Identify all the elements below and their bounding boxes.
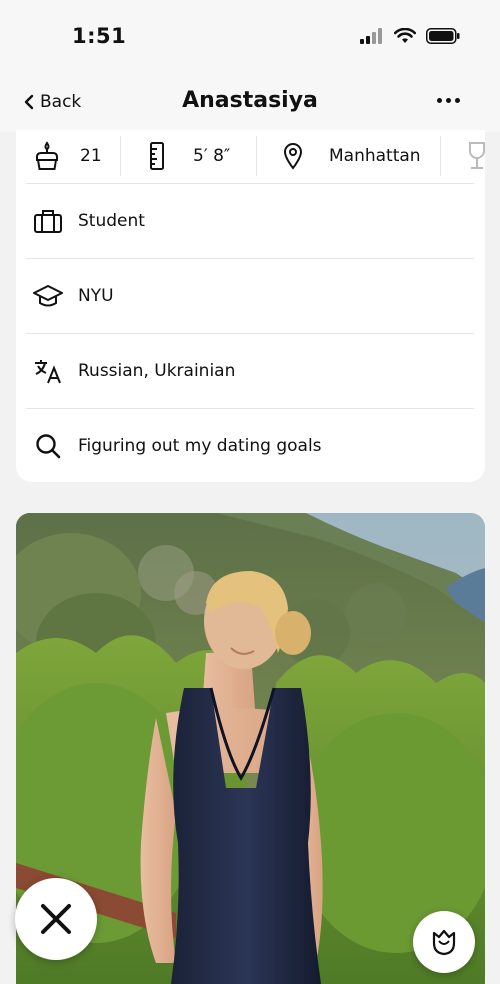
send-rose-button[interactable] xyxy=(413,911,475,973)
info-row-school: NYU xyxy=(26,258,474,333)
status-bar: 1:51 xyxy=(0,0,500,76)
ruler-icon xyxy=(150,142,164,170)
status-icons xyxy=(360,28,460,44)
stat-drinking xyxy=(441,136,485,176)
more-dot xyxy=(437,98,442,103)
location-value: Manhattan xyxy=(329,146,421,166)
info-row-dating-goals: Figuring out my dating goals xyxy=(26,408,474,482)
briefcase-icon xyxy=(26,206,70,236)
age-value: 21 xyxy=(80,146,102,166)
stat-age: 21 xyxy=(16,136,120,176)
stat-height: 5′ 8″ xyxy=(121,136,256,176)
more-options-button[interactable] xyxy=(433,94,464,107)
translate-icon xyxy=(26,356,70,386)
job-label: Student xyxy=(78,211,145,231)
school-label: NYU xyxy=(78,286,114,306)
wine-glass-icon xyxy=(469,142,485,169)
x-icon xyxy=(41,904,71,934)
stat-location: Manhattan xyxy=(257,136,440,176)
more-dot xyxy=(446,98,451,103)
profile-name-title: Anastasiya xyxy=(182,88,318,113)
cake-icon xyxy=(36,141,58,170)
location-pin-icon xyxy=(283,143,303,170)
more-dot xyxy=(455,98,460,103)
battery-icon xyxy=(426,28,460,44)
vitals-row[interactable]: 21 5′ 8″ Manhattan xyxy=(16,130,485,182)
status-time: 1:51 xyxy=(72,24,127,48)
dislike-button[interactable] xyxy=(15,878,97,960)
dating-goals-label: Figuring out my dating goals xyxy=(78,436,322,456)
graduation-cap-icon xyxy=(26,281,70,311)
wifi-icon xyxy=(394,28,416,43)
info-row-languages: Russian, Ukrainian xyxy=(26,333,474,408)
languages-label: Russian, Ukrainian xyxy=(78,361,236,381)
height-value: 5′ 8″ xyxy=(193,146,231,166)
info-row-job: Student xyxy=(26,183,474,258)
profile-info-card: 21 5′ 8″ Manhattan Student NYU Russian, … xyxy=(16,130,485,482)
nav-bar: Back Anastasiya xyxy=(0,76,500,132)
cellular-signal-icon xyxy=(360,28,382,44)
search-icon xyxy=(26,431,70,461)
rose-icon xyxy=(432,929,456,956)
